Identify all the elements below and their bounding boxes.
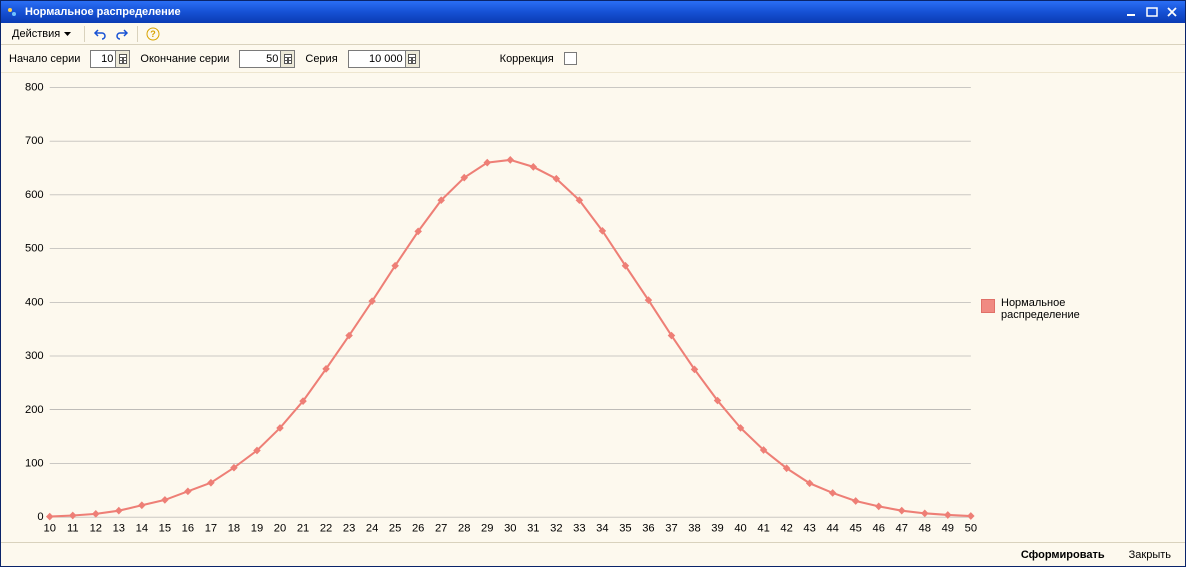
svg-text:28: 28: [458, 523, 470, 535]
redo-button[interactable]: [113, 25, 131, 43]
svg-text:23: 23: [343, 523, 355, 535]
svg-text:37: 37: [665, 523, 677, 535]
svg-text:800: 800: [25, 81, 44, 93]
window-title: Нормальное распределение: [25, 6, 1121, 18]
svg-text:13: 13: [113, 523, 125, 535]
correction-checkbox[interactable]: [564, 52, 577, 65]
maximize-button[interactable]: [1143, 4, 1161, 20]
titlebar: Нормальное распределение: [1, 1, 1185, 23]
svg-text:40: 40: [734, 523, 746, 535]
svg-text:30: 30: [504, 523, 516, 535]
chevron-down-icon: [64, 32, 71, 36]
calc-icon[interactable]: [115, 51, 129, 67]
svg-text:50: 50: [965, 523, 977, 535]
svg-text:500: 500: [25, 243, 44, 255]
svg-text:26: 26: [412, 523, 424, 535]
series-label: Серия: [305, 53, 337, 65]
svg-text:42: 42: [780, 523, 792, 535]
svg-text:46: 46: [873, 523, 885, 535]
end-series-input[interactable]: [240, 51, 280, 67]
svg-text:44: 44: [826, 523, 838, 535]
svg-text:400: 400: [25, 296, 44, 308]
start-series-field[interactable]: [90, 50, 130, 68]
svg-text:20: 20: [274, 523, 286, 535]
svg-text:41: 41: [757, 523, 769, 535]
end-series-label: Окончание серии: [140, 53, 229, 65]
start-series-input[interactable]: [91, 51, 115, 67]
svg-text:47: 47: [896, 523, 908, 535]
chart-area: 0 100 200 300 400 500 600 700 800 10 11 12 13 14 15 16 1…: [5, 77, 1181, 540]
series-field[interactable]: [348, 50, 420, 68]
svg-text:29: 29: [481, 523, 493, 535]
svg-text:15: 15: [159, 523, 171, 535]
svg-text:18: 18: [228, 523, 240, 535]
toolbar-separator: [84, 26, 85, 42]
svg-text:?: ?: [150, 29, 156, 39]
help-icon: ?: [146, 27, 160, 41]
svg-text:48: 48: [919, 523, 931, 535]
svg-text:36: 36: [642, 523, 654, 535]
svg-text:14: 14: [136, 523, 148, 535]
svg-text:17: 17: [205, 523, 217, 535]
undo-button[interactable]: [91, 25, 109, 43]
svg-text:11: 11: [67, 523, 79, 535]
calc-icon[interactable]: [405, 51, 419, 67]
svg-text:10: 10: [44, 523, 56, 535]
close-button[interactable]: [1163, 4, 1181, 20]
actions-menu-button[interactable]: Действия: [5, 26, 78, 42]
svg-text:32: 32: [550, 523, 562, 535]
svg-text:0: 0: [37, 511, 43, 523]
help-button[interactable]: ?: [144, 25, 162, 43]
svg-text:31: 31: [527, 523, 539, 535]
svg-text:19: 19: [251, 523, 263, 535]
svg-text:100: 100: [25, 457, 44, 469]
svg-text:38: 38: [688, 523, 700, 535]
svg-text:22: 22: [320, 523, 332, 535]
correction-label: Коррекция: [500, 53, 554, 65]
close-footer-button[interactable]: Закрыть: [1121, 547, 1179, 563]
chart-plot: 0 100 200 300 400 500 600 700 800 10 11 12 13 14 15 16 1…: [5, 77, 981, 540]
toolbar: Действия ?: [1, 23, 1185, 45]
svg-text:35: 35: [619, 523, 631, 535]
svg-text:25: 25: [389, 523, 401, 535]
legend-series-label: Нормальное распределение: [1001, 297, 1080, 321]
redo-icon: [115, 27, 129, 41]
svg-text:33: 33: [573, 523, 585, 535]
series-input[interactable]: [349, 51, 405, 67]
plot-wrap: 0 100 200 300 400 500 600 700 800 10 11 12 13 14 15 16 1…: [5, 77, 981, 540]
svg-text:700: 700: [25, 135, 44, 147]
svg-text:39: 39: [711, 523, 723, 535]
svg-text:21: 21: [297, 523, 309, 535]
svg-text:27: 27: [435, 523, 447, 535]
start-series-label: Начало серии: [9, 53, 80, 65]
window: Нормальное распределение Действия: [0, 0, 1186, 567]
actions-menu-label: Действия: [12, 28, 60, 40]
svg-text:300: 300: [25, 350, 44, 362]
content-area: 0 100 200 300 400 500 600 700 800 10 11 12 13 14 15 16 1…: [1, 73, 1185, 542]
chart-legend: Нормальное распределение: [981, 77, 1181, 540]
app-icon: [5, 5, 19, 19]
legend-swatch: [981, 299, 995, 313]
svg-text:600: 600: [25, 189, 44, 201]
footer-bar: Сформировать Закрыть: [1, 542, 1185, 566]
toolbar-separator: [137, 26, 138, 42]
end-series-field[interactable]: [239, 50, 295, 68]
calc-icon[interactable]: [280, 51, 294, 67]
svg-text:34: 34: [596, 523, 608, 535]
svg-text:24: 24: [366, 523, 378, 535]
params-bar: Начало серии Окончание серии Серия Корре…: [1, 45, 1185, 73]
svg-text:45: 45: [849, 523, 861, 535]
svg-text:12: 12: [90, 523, 102, 535]
svg-text:16: 16: [182, 523, 194, 535]
form-button[interactable]: Сформировать: [1013, 547, 1113, 563]
svg-text:43: 43: [803, 523, 815, 535]
svg-text:200: 200: [25, 404, 44, 416]
undo-icon: [93, 27, 107, 41]
svg-text:49: 49: [942, 523, 954, 535]
minimize-button[interactable]: [1123, 4, 1141, 20]
